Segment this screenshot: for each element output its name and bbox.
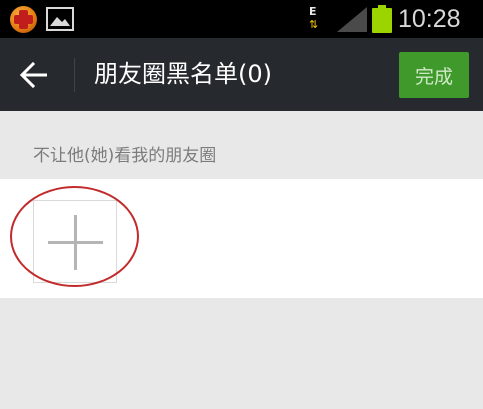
- section-label: 不让他(她)看我的朋友圈: [33, 146, 217, 166]
- title-bar: 朋友圈黑名单(0) 完成: [0, 38, 483, 111]
- member-panel: [0, 179, 483, 298]
- empty-area: [0, 298, 483, 409]
- app-notification-icon: [10, 6, 37, 33]
- arrow-left-icon: [20, 62, 47, 88]
- add-member-button[interactable]: [33, 200, 117, 283]
- battery-icon: [372, 5, 392, 33]
- back-button[interactable]: [12, 55, 56, 95]
- status-bar: E ⇅ 10:28: [0, 0, 483, 38]
- header-divider: [74, 58, 75, 92]
- status-time: 10:28: [398, 5, 461, 33]
- data-transfer-icon: E ⇅: [309, 5, 319, 31]
- page-title: 朋友圈黑名单(0): [94, 60, 272, 88]
- gallery-icon: [46, 7, 74, 31]
- signal-icon: [337, 7, 367, 32]
- section-header: 不让他(她)看我的朋友圈: [0, 111, 483, 179]
- data-indicator-text: E: [309, 5, 317, 18]
- done-button[interactable]: 完成: [399, 52, 469, 98]
